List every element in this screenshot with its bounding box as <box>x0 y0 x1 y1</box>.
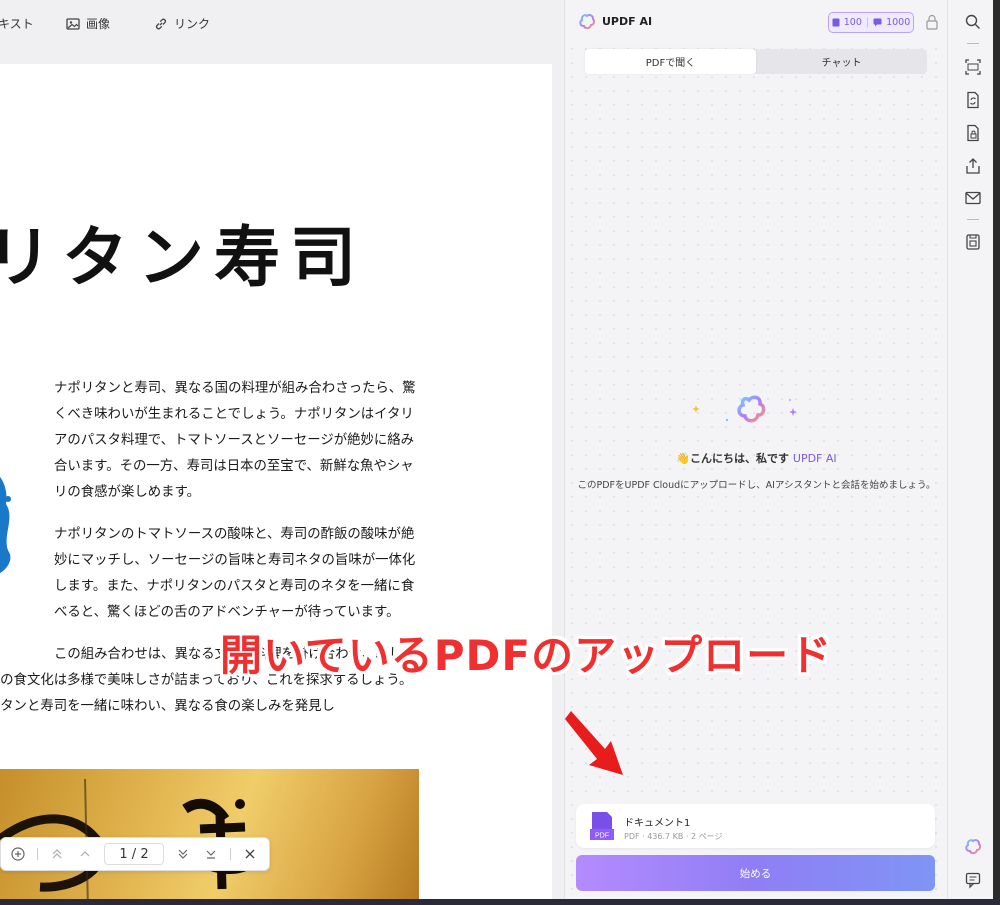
comment-icon[interactable] <box>964 871 982 889</box>
greeting-text: 👋こんにちは、私です UPDF AI <box>565 450 948 466</box>
close-navigator-button[interactable] <box>241 845 259 863</box>
image-tool-button[interactable]: 画像 <box>66 15 110 32</box>
convert-icon[interactable] <box>964 91 982 109</box>
pdf-page: リタン寿司 ナポリタンと寿司、異なる国の料理が組み合わさったら、驚くべき味わいが… <box>0 64 552 905</box>
zoom-in-button[interactable] <box>9 845 27 863</box>
paragraph-1: ナポリタンと寿司、異なる国の料理が組み合わさったら、驚くべき味わいが生まれること… <box>54 381 416 500</box>
page-navigator: 1 / 2 <box>0 837 270 871</box>
document-credits: 100 <box>843 17 862 28</box>
prev-page-button[interactable] <box>76 845 94 863</box>
link-tool-button[interactable]: リンク <box>154 15 210 32</box>
tab-chat[interactable]: チャット <box>756 49 927 74</box>
edit-toolbar: キスト 画像 リンク <box>0 0 564 46</box>
credits-divider: | <box>865 17 870 28</box>
first-page-button[interactable] <box>48 845 66 863</box>
greeting-subtitle: このPDFをUPDF Cloudにアップロードし、AIアシスタントと会話を始めま… <box>577 480 936 491</box>
document-credit-icon <box>832 18 840 27</box>
chat-credit-icon <box>873 18 882 27</box>
window-edge <box>993 0 1000 905</box>
tab-ask-pdf[interactable]: PDFで聞く <box>585 49 756 74</box>
rail-separator <box>967 219 979 220</box>
window-bottom-edge <box>0 899 1000 905</box>
greeting-brand: UPDF AI <box>792 452 837 465</box>
wave-hand-icon: 👋 <box>676 452 691 465</box>
updf-ai-welcome-logo-icon <box>692 395 797 423</box>
paragraph-2: ナポリタンのトマトソースの酸味と、寿司の酢飯の酸味が絶妙にマッチし、ソーセージの… <box>54 527 416 620</box>
blue-ink-illustration <box>0 477 11 573</box>
link-icon <box>155 18 167 29</box>
page-number-input[interactable]: 1 / 2 <box>104 843 164 865</box>
link-tool-label: リンク <box>174 17 211 31</box>
greeting-prefix: こんにちは、私です <box>690 452 790 465</box>
ai-mode-tabs: PDFで聞く チャット <box>585 49 927 74</box>
file-meta: PDF · 436.7 KB · 2 ページ <box>624 832 723 841</box>
ai-panel-title: UPDF AI <box>602 15 653 28</box>
last-page-button[interactable] <box>202 845 220 863</box>
separator <box>37 848 38 860</box>
file-name: ドキュメント1 <box>624 818 691 829</box>
separator <box>230 848 231 860</box>
double-chevron-down-icon <box>178 849 188 859</box>
save-icon[interactable] <box>964 233 982 251</box>
zoom-in-icon <box>11 847 25 861</box>
pdf-badge-text: PDF <box>595 833 609 840</box>
close-icon <box>245 849 255 859</box>
chevron-up-icon <box>80 851 90 857</box>
next-page-button[interactable] <box>174 845 192 863</box>
annotation-caption: 開いているPDFのアップロード <box>220 631 833 680</box>
image-tool-label: 画像 <box>86 17 111 31</box>
double-chevron-up-icon <box>52 849 62 859</box>
ai-panel-header: UPDF AI 100 | 1000 <box>565 0 948 44</box>
document-area: キスト 画像 リンク リタン寿司 ナポリタンと寿司、異なる国の料理が組み合わさっ… <box>0 0 564 905</box>
lock-icon[interactable] <box>925 14 939 30</box>
ocr-icon[interactable] <box>964 58 982 76</box>
document-file-card[interactable]: PDF ドキュメント1 PDF · 436.7 KB · 2 ページ <box>576 804 935 848</box>
protect-icon[interactable] <box>964 124 982 142</box>
updf-ai-icon[interactable] <box>964 838 982 856</box>
updf-ai-logo-icon <box>579 14 595 30</box>
mail-icon[interactable] <box>964 189 982 207</box>
red-arrow-icon <box>565 711 623 775</box>
credits-badge[interactable]: 100 | 1000 <box>828 12 914 33</box>
search-icon[interactable] <box>964 13 982 31</box>
chevron-down-to-end-icon <box>206 850 216 859</box>
text-tool-button[interactable]: キスト <box>0 15 34 32</box>
share-icon[interactable] <box>964 157 982 175</box>
image-icon <box>66 17 80 30</box>
rail-separator <box>967 43 979 44</box>
chat-credits: 1000 <box>886 17 911 28</box>
start-button[interactable]: 始める <box>576 855 935 891</box>
pdf-file-icon: PDF <box>590 812 614 840</box>
document-title: リタン寿司 <box>0 219 366 296</box>
text-tool-label: キスト <box>0 17 34 31</box>
